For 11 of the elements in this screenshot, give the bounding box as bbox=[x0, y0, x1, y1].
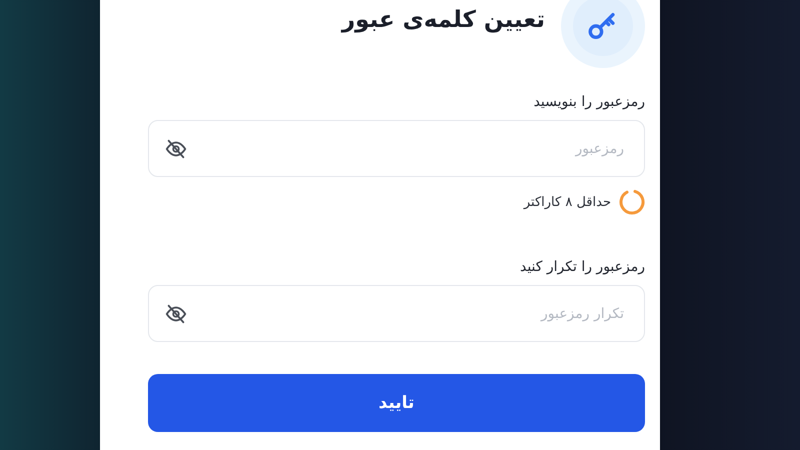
password-input[interactable]: رمزعبور bbox=[187, 140, 626, 158]
field-label: رمزعبور را بنویسید bbox=[532, 94, 645, 110]
field-label: رمزعبور را تکرار کنید bbox=[518, 259, 645, 275]
eye-off-icon[interactable] bbox=[165, 302, 187, 324]
password-field[interactable]: تکرار رمزعبور bbox=[148, 285, 645, 342]
submit-button[interactable]: تایید bbox=[148, 374, 645, 432]
eye-off-icon[interactable] bbox=[165, 138, 187, 160]
password-input[interactable]: تکرار رمزعبور bbox=[187, 304, 626, 322]
requirement-text: حداقل ۸ کاراکتر bbox=[524, 194, 611, 210]
password-field[interactable]: رمزعبور bbox=[148, 120, 645, 177]
page-title: تعیین کلمه‌ی عبور bbox=[342, 7, 545, 33]
